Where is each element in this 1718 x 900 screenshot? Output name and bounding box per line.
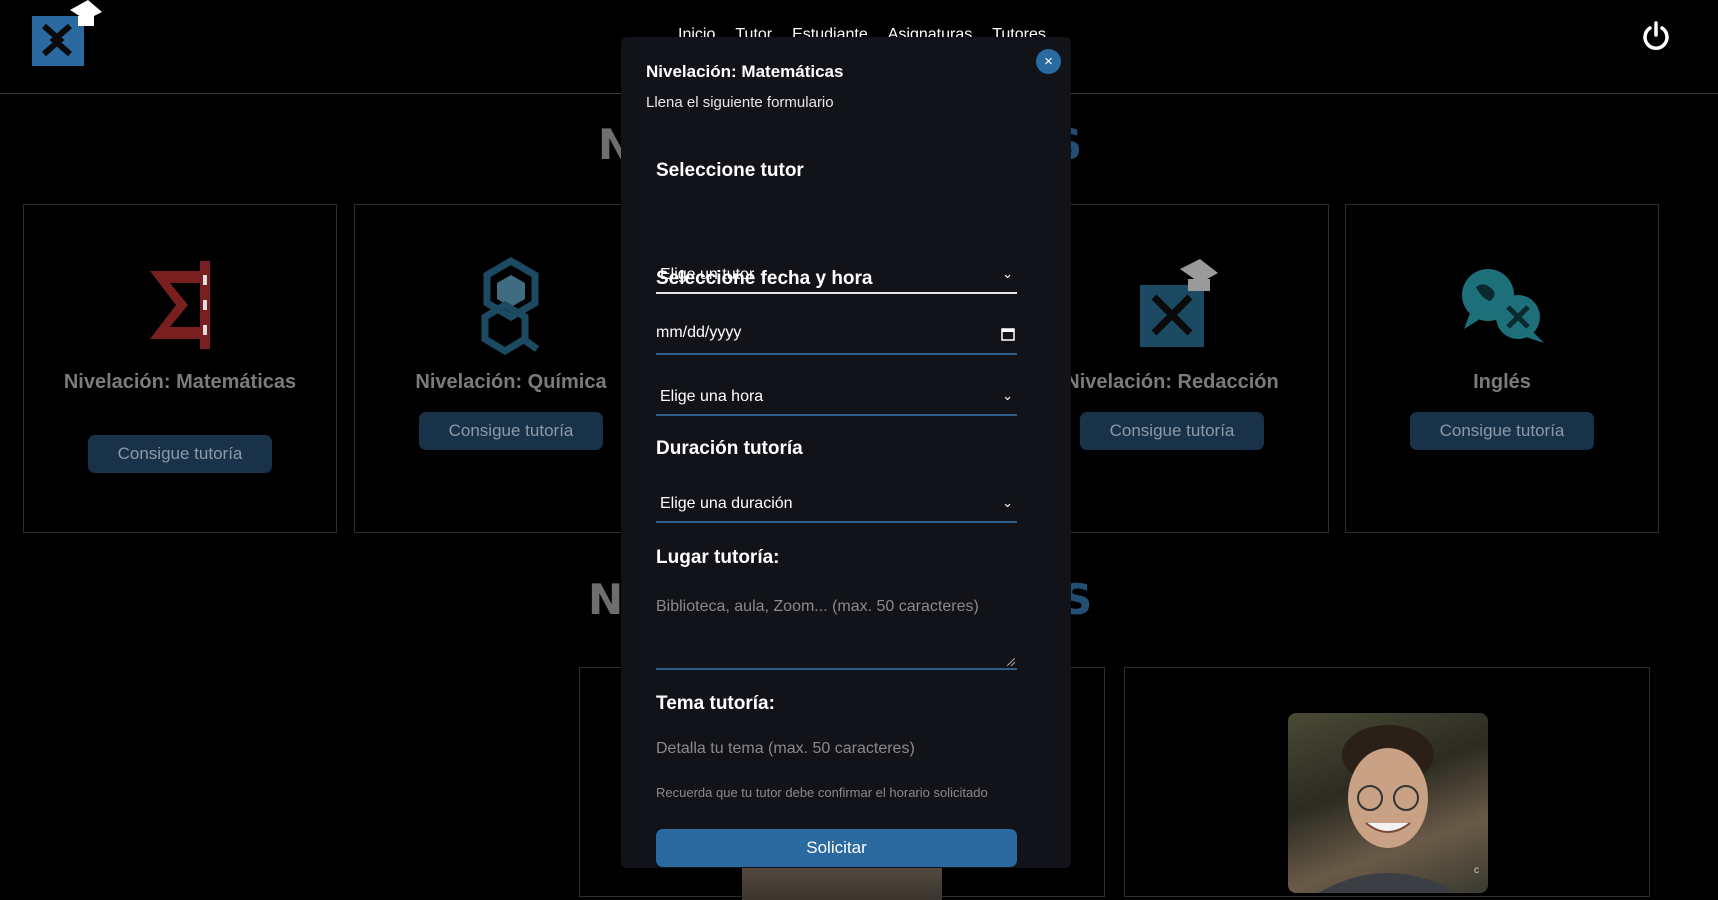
photo-badge: c [1474,865,1479,876]
topic-label: Tema tutoría: [656,693,775,714]
english-globe-icon [1346,255,1658,355]
page: Inicio Tutor Estudiante Asignaturas Tuto… [0,0,1718,900]
tutor-label: Seleccione tutor [656,160,804,181]
chevron-down-icon: ⌄ [1002,388,1013,403]
duration-label: Duración tutoría [656,438,803,459]
modal-form: Seleccione tutor Elige un tutor ⌄ Selecc… [621,125,1071,868]
duration-select[interactable]: Elige una duración ⌄ [656,485,1017,523]
resize-grip-icon[interactable] [1007,658,1015,666]
card-title: Nivelación: Química [415,371,607,393]
duration-select-value: Elige una duración [660,495,793,512]
card-title: Nivelación: Matemáticas [63,371,297,393]
place-placeholder: Biblioteca, aula, Zoom... (max. 50 carac… [656,598,979,615]
datetime-label: Seleccione fecha y hora [656,268,873,289]
place-textarea[interactable]: Biblioteca, aula, Zoom... (max. 50 carac… [656,592,1017,670]
modal-subtitle: Llena el siguiente formulario [646,94,834,111]
subject-card-ingles: Inglés Consigue tutoría [1345,204,1659,533]
chevron-down-icon: ⌄ [1002,266,1013,281]
place-label: Lugar tutoría: [656,547,780,568]
consigue-tutoria-button[interactable]: Consigue tutoría [1410,412,1594,450]
date-placeholder: mm/dd/yyyy [656,324,742,341]
modal-title: Nivelación: Matemáticas [646,62,844,81]
consigue-tutoria-button[interactable]: Consigue tutoría [88,435,272,473]
chevron-down-icon: ⌄ [1002,495,1013,510]
calendar-icon[interactable] [1001,327,1015,341]
close-icon[interactable]: × [1036,49,1061,74]
confirmation-note: Recuerda que tu tutor debe confirmar el … [656,785,988,800]
logo-icon[interactable] [30,0,102,68]
math-sigma-icon [24,255,336,355]
consigue-tutoria-button[interactable]: Consigue tutoría [419,412,603,450]
solicitar-button[interactable]: Solicitar [656,829,1017,867]
hour-select-value: Elige una hora [660,388,764,405]
tutor-photo: c [1288,713,1488,893]
consigue-tutoria-button[interactable]: Consigue tutoría [1080,412,1264,450]
card-title: Inglés [1473,371,1531,393]
subject-card-matematicas: Nivelación: Matemáticas Consigue tutoría [23,204,337,533]
tutoria-request-modal: Nivelación: Matemáticas Llena el siguien… [621,37,1071,868]
hour-select[interactable]: Elige una hora ⌄ [656,378,1017,416]
power-icon[interactable] [1640,20,1672,52]
date-input[interactable]: mm/dd/yyyy [656,315,1017,355]
topic-input[interactable]: Detalla tu tema (max. 50 caracteres) [656,740,915,758]
